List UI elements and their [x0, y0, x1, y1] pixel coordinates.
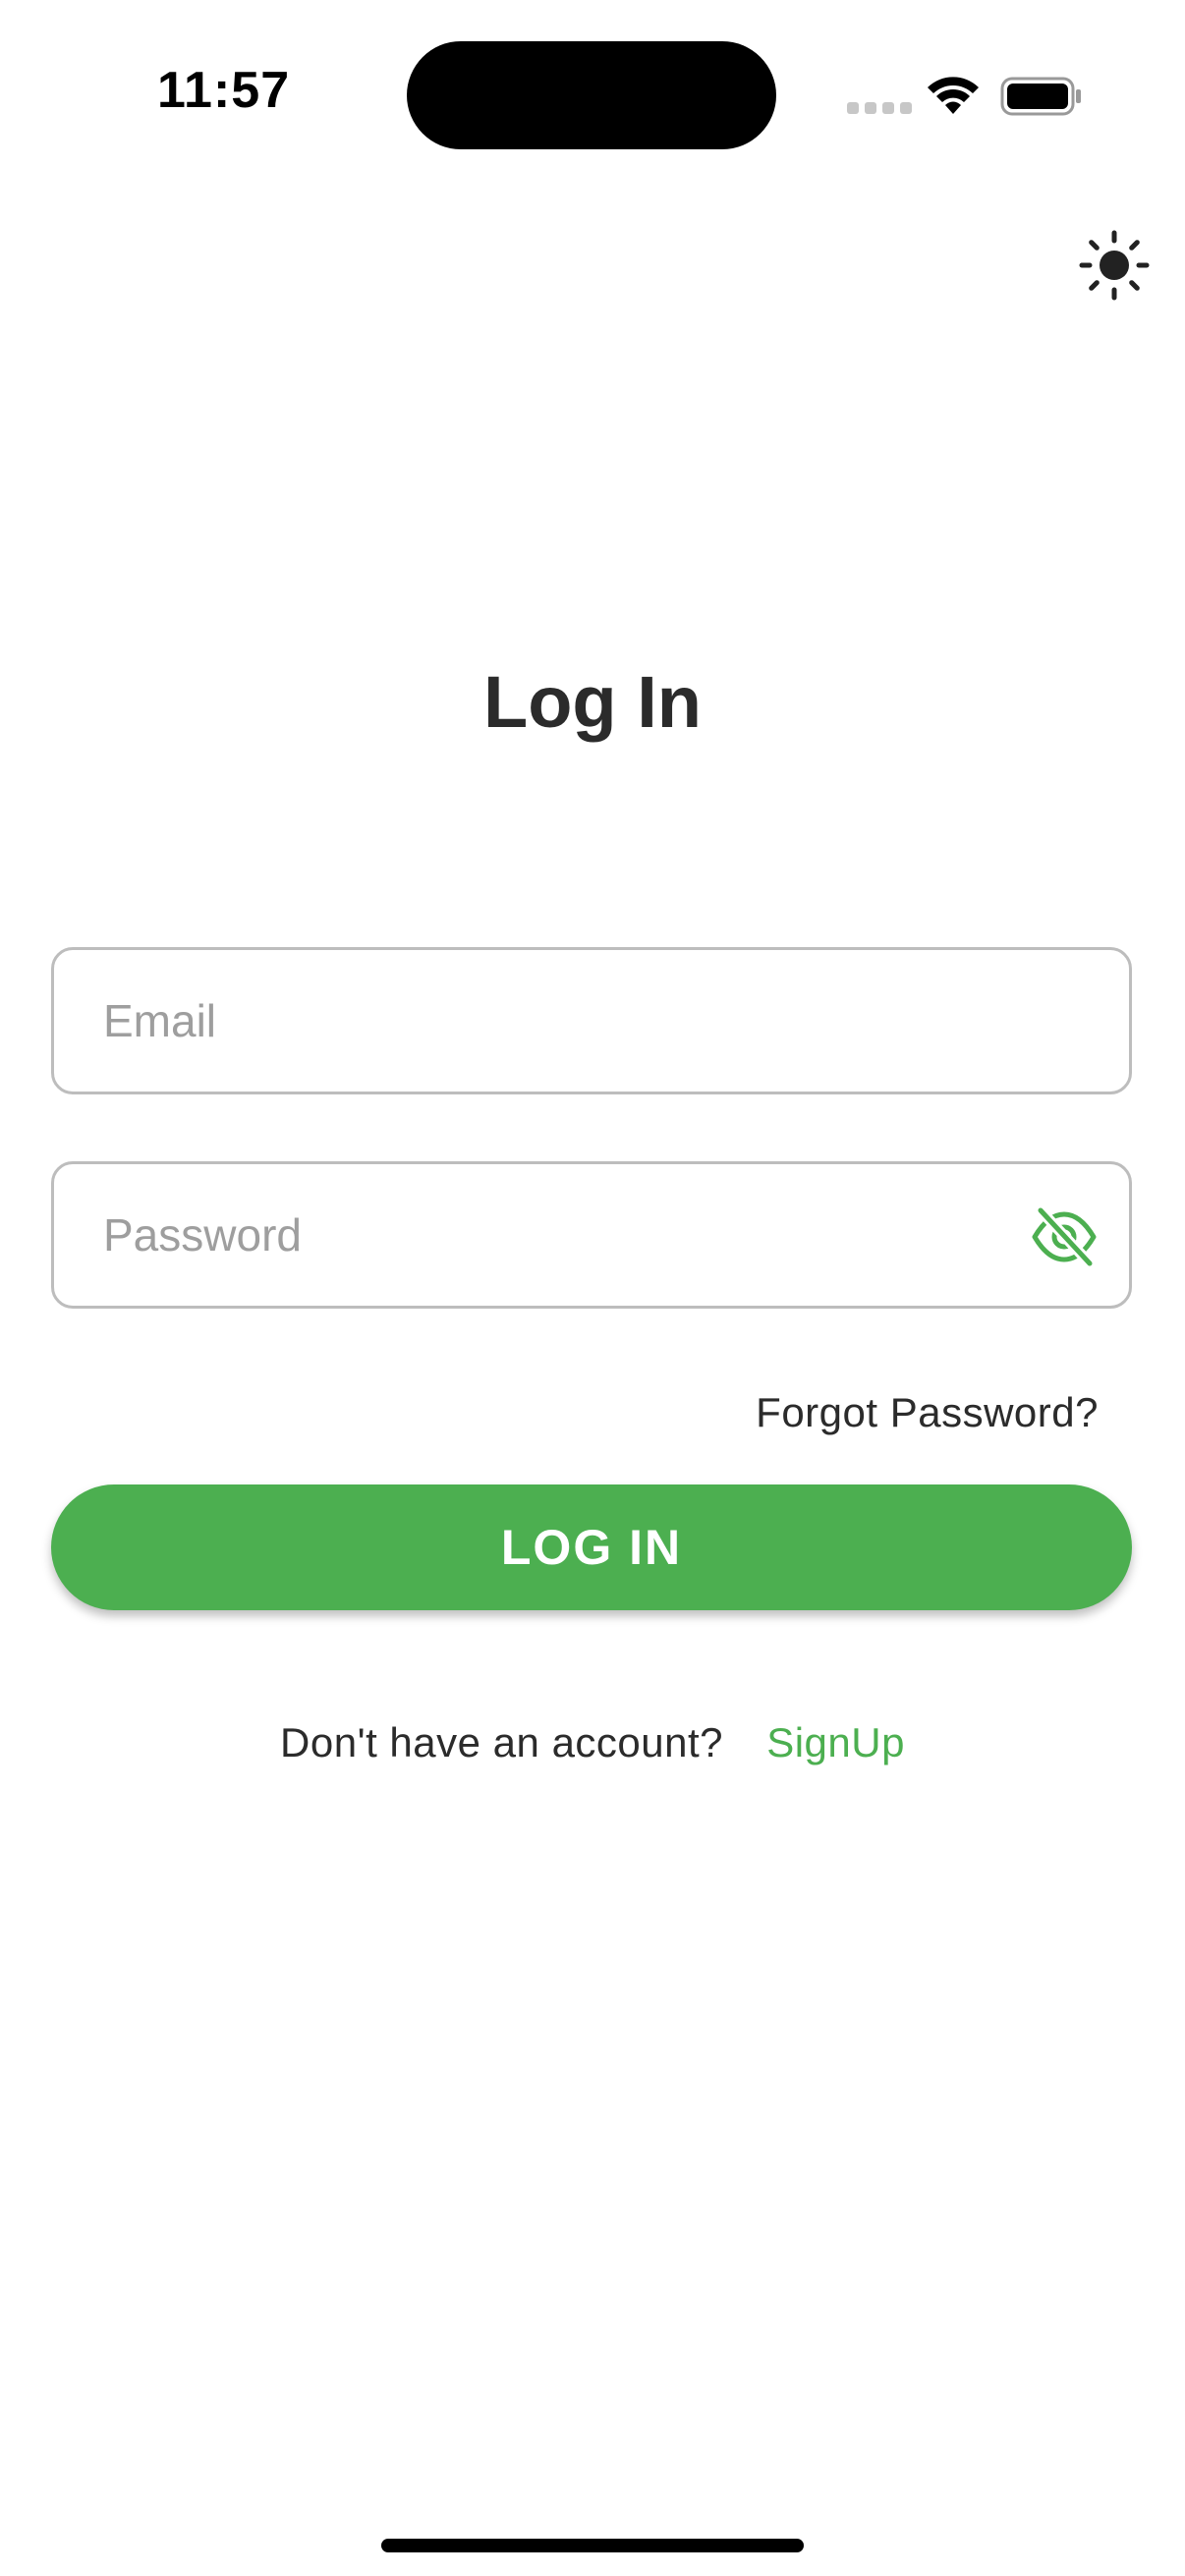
- signup-row: Don't have an account? SignUp: [0, 1719, 1185, 1766]
- home-indicator[interactable]: [381, 2539, 804, 2552]
- email-input[interactable]: [103, 950, 988, 1092]
- page-title: Log In: [483, 661, 702, 743]
- cellular-signal-icon: [847, 102, 912, 114]
- login-button[interactable]: LOG IN: [51, 1484, 1132, 1610]
- wifi-icon: [928, 77, 979, 114]
- password-input[interactable]: [103, 1164, 988, 1306]
- sun-icon[interactable]: [1079, 230, 1150, 301]
- battery-icon: [1000, 77, 1081, 116]
- eye-off-icon[interactable]: [1031, 1206, 1098, 1267]
- status-time: 11:57: [157, 62, 291, 119]
- email-field[interactable]: [51, 947, 1132, 1094]
- password-field[interactable]: [51, 1161, 1132, 1309]
- signup-prompt: Don't have an account?: [280, 1719, 724, 1765]
- forgot-password-link[interactable]: Forgot Password?: [756, 1389, 1099, 1436]
- signup-link[interactable]: SignUp: [766, 1719, 905, 1765]
- dynamic-island: [407, 41, 776, 149]
